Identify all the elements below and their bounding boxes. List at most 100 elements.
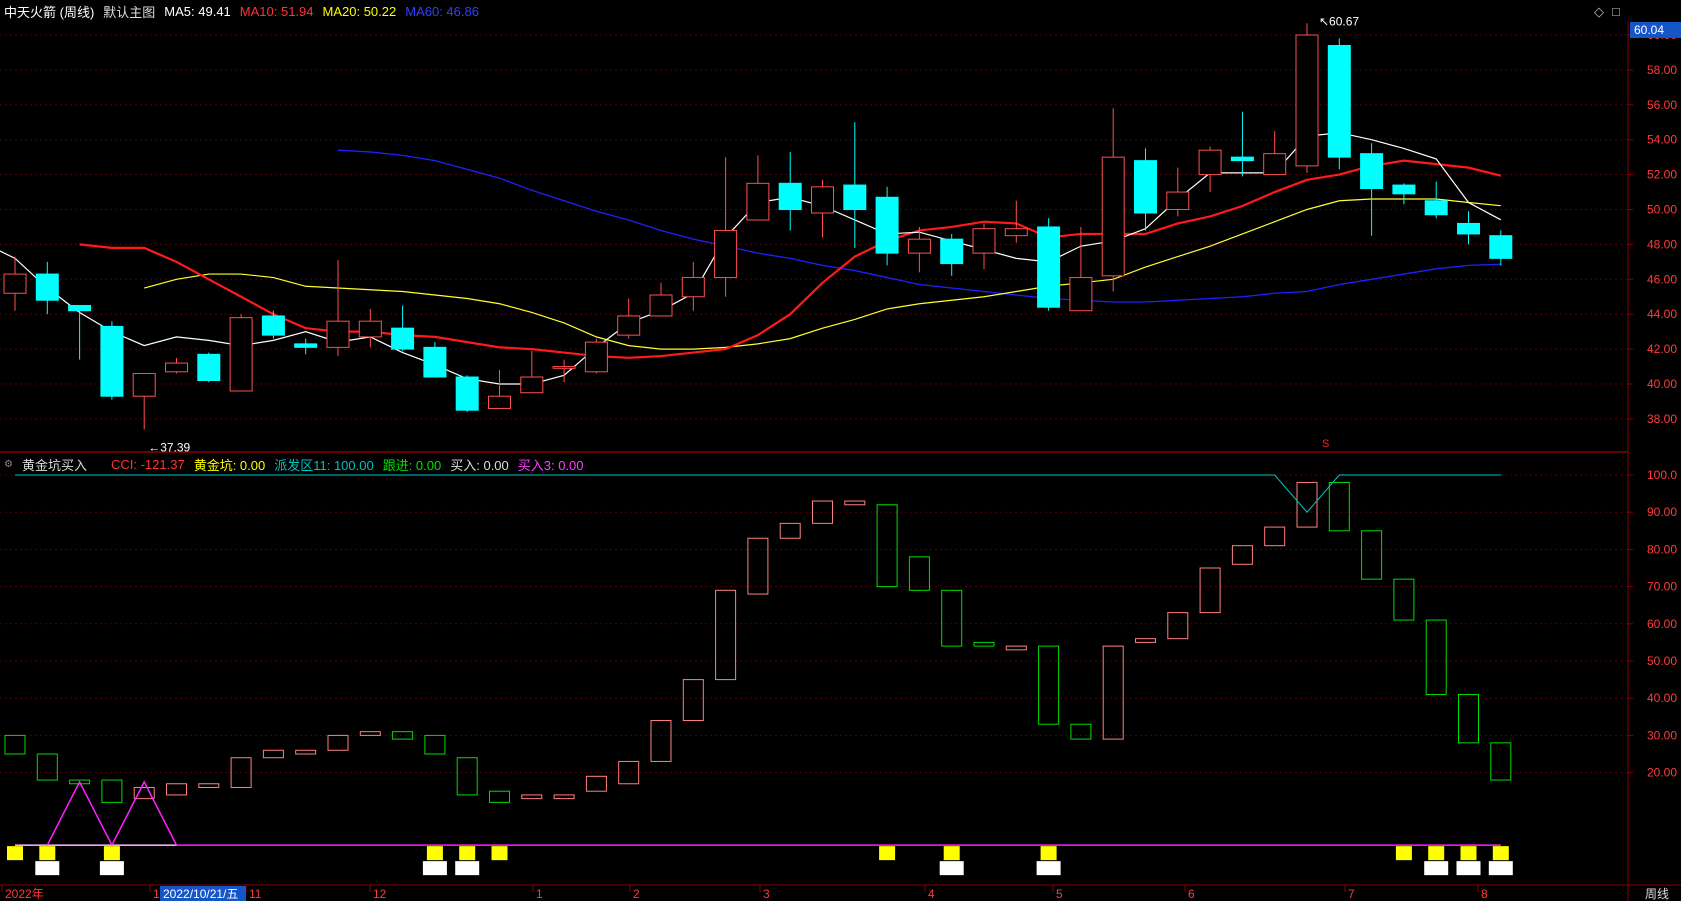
candle <box>3 273 27 294</box>
indicator-axis-label: 20.00 <box>1647 766 1677 780</box>
candle <box>714 229 738 279</box>
cci-box <box>1005 645 1027 651</box>
golden-pit-marker <box>103 846 120 861</box>
cci-box <box>359 731 381 736</box>
candle <box>1457 222 1480 235</box>
candle <box>843 184 867 211</box>
cci-box <box>553 794 575 800</box>
cci-box <box>424 734 446 755</box>
golden-pit-marker <box>426 846 443 861</box>
period-label[interactable]: 周线 <box>1645 887 1669 901</box>
golden-pit-marker <box>39 846 56 861</box>
candle <box>1327 44 1351 158</box>
cci-box <box>779 522 801 539</box>
cci-box <box>295 749 317 755</box>
price-axis-label: 38.00 <box>1647 412 1677 426</box>
candle <box>681 277 705 298</box>
price-axis-label: 44.00 <box>1647 307 1677 321</box>
candle <box>1037 226 1061 308</box>
golden-pit-marker <box>491 846 508 861</box>
candle <box>584 341 608 373</box>
golden-pit-marker <box>1040 846 1057 861</box>
cci-box <box>1038 645 1060 725</box>
cci-box <box>844 500 866 506</box>
golden-pit-marker <box>943 846 960 861</box>
candle <box>197 353 221 382</box>
cci-box <box>1361 530 1383 580</box>
candle <box>1166 191 1190 211</box>
cci-box <box>327 734 349 751</box>
indicator-axis-label: 30.00 <box>1647 728 1677 742</box>
indicator-axis-label: 80.00 <box>1647 542 1677 556</box>
distribution-zone-line <box>15 474 1501 513</box>
candle <box>423 346 447 378</box>
cci-box <box>1135 638 1156 643</box>
golden-pit-marker <box>1492 846 1509 861</box>
x-axis-label: 8 <box>1481 887 1488 901</box>
chart-canvas[interactable]: 60.00 58.00 56.00 54.00 52.00 50.00 48.00 46.00… <box>0 0 1681 901</box>
indicator-axis-label: 90.00 <box>1647 505 1677 519</box>
candle <box>391 327 415 350</box>
cci-box <box>585 775 607 792</box>
high-price-annotation: ↖60.67 <box>1319 14 1359 28</box>
x-axis-label: 1 <box>536 887 543 901</box>
golden-pit-marker <box>1395 846 1412 861</box>
candle <box>455 376 479 411</box>
cci-box <box>908 556 930 591</box>
candle <box>940 238 964 265</box>
buy-marker <box>99 861 124 876</box>
cci-box <box>747 537 769 595</box>
candle <box>746 182 770 221</box>
candle <box>1198 149 1222 176</box>
candle <box>520 376 544 394</box>
price-axis-label: 46.00 <box>1647 272 1677 286</box>
golden-pit-marker <box>879 846 896 861</box>
cci-box <box>682 679 704 722</box>
cci-box <box>521 794 543 800</box>
cci-box <box>1393 578 1415 621</box>
golden-pit-marker <box>459 846 476 861</box>
indicator-axis-label: 50.00 <box>1647 654 1677 668</box>
candle <box>811 186 834 214</box>
cci-box <box>262 749 284 759</box>
candle <box>358 320 382 338</box>
indicator-axis-label: 40.00 <box>1647 691 1677 705</box>
buy-marker <box>35 861 60 876</box>
cci-box <box>1102 645 1124 740</box>
cci-box <box>1231 545 1253 565</box>
cci-box <box>36 753 58 781</box>
x-axis-label: 3 <box>763 887 770 901</box>
buy-marker <box>422 861 447 876</box>
x-axis-label: 7 <box>1348 887 1355 901</box>
candle <box>907 238 931 254</box>
buy-marker <box>1424 861 1449 876</box>
cci-box <box>1490 742 1512 781</box>
current-price-label: 60.04 <box>1634 23 1664 37</box>
price-axis-label: 52.00 <box>1647 168 1677 182</box>
x-axis-label: 2 <box>633 887 640 901</box>
buy-marker <box>1456 861 1481 876</box>
candle <box>100 325 124 397</box>
x-axis-label: 4 <box>928 887 935 901</box>
low-price-annotation: ←37.39 <box>148 441 190 455</box>
cci-box <box>650 720 672 762</box>
cci-box <box>4 734 26 755</box>
candle <box>617 315 641 336</box>
candle <box>1295 34 1319 167</box>
candle <box>488 395 511 409</box>
cci-box <box>876 504 898 588</box>
candle <box>1489 235 1513 259</box>
candle <box>68 304 92 312</box>
x-axis-label: 12 <box>373 887 387 901</box>
candle <box>972 228 996 254</box>
buy-marker <box>455 861 480 876</box>
price-axis-label: 54.00 <box>1647 133 1677 147</box>
candle <box>326 320 350 348</box>
candle <box>35 273 59 301</box>
cci-box <box>1070 723 1092 740</box>
candle <box>1101 156 1125 277</box>
cursor-date-label: 2022/10/21/五 <box>163 887 238 901</box>
candle <box>1069 277 1093 312</box>
price-axis-label: 48.00 <box>1647 237 1677 251</box>
cci-box <box>456 757 478 796</box>
